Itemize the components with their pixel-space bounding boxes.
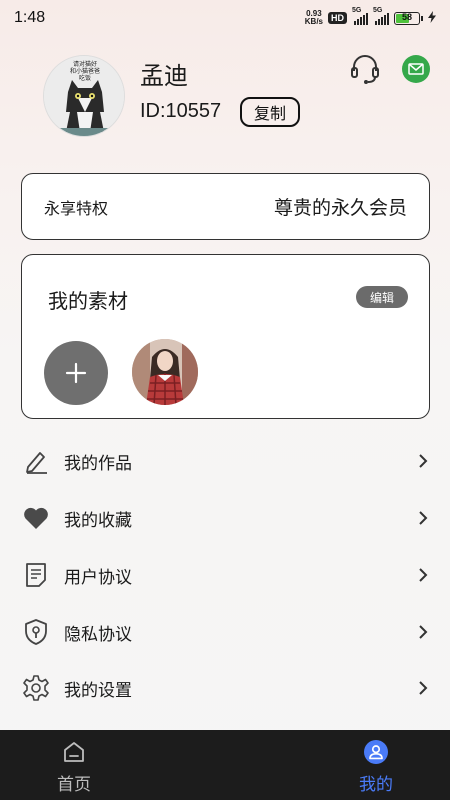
network-speed-unit: KB/s	[304, 17, 323, 26]
nav-tab-home[interactable]: 首页	[29, 730, 119, 800]
edit-materials-button[interactable]: 编辑	[356, 286, 408, 308]
chevron-right-icon	[419, 681, 428, 695]
menu-item-label: 我的收藏	[64, 510, 132, 531]
copy-id-button[interactable]: 复制	[240, 97, 300, 127]
menu-item-works[interactable]: 我的作品	[0, 436, 450, 486]
vip-card[interactable]: 永享特权 尊贵的永久会员	[21, 173, 430, 240]
pencil-icon	[22, 447, 50, 475]
gear-icon	[22, 674, 50, 702]
menu-item-privacy[interactable]: 隐私协议	[0, 607, 450, 657]
vip-label: 永享特权	[44, 198, 109, 218]
material-thumbnail[interactable]	[132, 339, 198, 405]
menu-item-label: 我的作品	[64, 453, 132, 474]
chevron-right-icon	[419, 511, 428, 525]
battery-icon: 58	[394, 11, 423, 25]
battery-level: 58	[401, 11, 412, 22]
menu-item-favorites[interactable]: 我的收藏	[0, 493, 450, 543]
vip-status: 尊贵的永久会员	[273, 197, 407, 219]
avatar-caption-3: 吃饭	[79, 74, 91, 82]
nav-tab-mine[interactable]: 我的	[331, 730, 421, 800]
signal-icon-2: 5G	[373, 7, 389, 25]
status-time: 1:48	[14, 9, 46, 26]
nav-tab-home-label: 首页	[57, 775, 91, 795]
materials-title: 我的素材	[48, 289, 128, 313]
network-speed: 0.93 KB/s	[305, 10, 323, 26]
user-id: ID:10557	[140, 100, 222, 122]
nav-tab-mine-label: 我的	[359, 775, 393, 795]
document-icon	[22, 561, 50, 589]
avatar[interactable]: 请对猫好 和小猫爸爸 吃饭	[43, 55, 125, 137]
chevron-right-icon	[419, 625, 428, 639]
shield-icon	[22, 618, 50, 646]
hd-icon: HD	[328, 12, 347, 24]
signal-label-2: 5G	[373, 7, 383, 14]
menu-item-label: 我的设置	[64, 680, 132, 701]
material-photo	[132, 339, 198, 405]
user-icon	[364, 740, 388, 764]
cat-avatar-image: 请对猫好 和小猫爸爸 吃饭	[44, 56, 124, 136]
menu-item-user-agreement[interactable]: 用户协议	[0, 550, 450, 600]
avatar-caption-1: 请对猫好	[73, 60, 97, 68]
menu-item-label: 隐私协议	[64, 624, 132, 645]
status-bar: 1:48 0.93 KB/s HD 5G 5G 58	[0, 0, 450, 38]
status-icons: 0.93 KB/s HD 5G 5G 58	[305, 7, 436, 28]
materials-card: 我的素材 编辑	[21, 254, 430, 419]
bottom-navigation: 首页 我的	[0, 730, 450, 800]
headset-icon[interactable]	[348, 52, 382, 86]
heart-icon	[22, 504, 50, 532]
chevron-right-icon	[419, 568, 428, 582]
menu-item-label: 用户协议	[64, 567, 132, 588]
message-icon[interactable]	[402, 55, 430, 83]
add-material-button[interactable]	[44, 341, 108, 405]
username: 孟迪	[140, 62, 188, 90]
charging-icon	[428, 10, 436, 26]
signal-label: 5G	[352, 7, 362, 14]
plus-icon	[65, 362, 87, 384]
home-icon	[62, 740, 86, 764]
signal-icon: 5G	[352, 7, 368, 25]
menu-item-settings[interactable]: 我的设置	[0, 663, 450, 713]
chevron-right-icon	[419, 454, 428, 468]
avatar-caption-2: 和小猫爸爸	[70, 67, 100, 75]
